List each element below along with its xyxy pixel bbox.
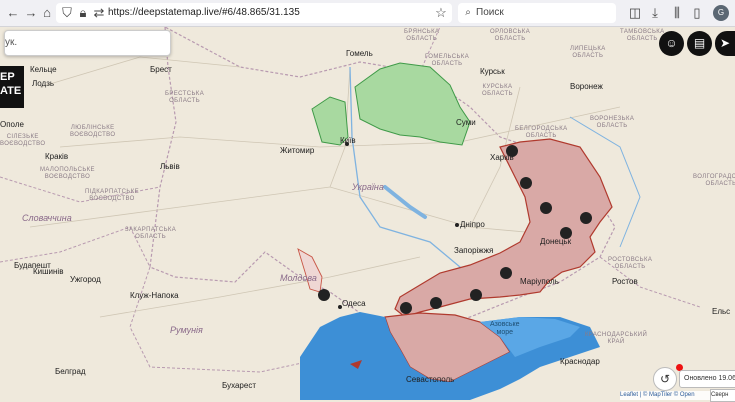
deepstate-logo[interactable]: EP ATE <box>0 66 24 108</box>
permissions-icon[interactable]: ⇄ <box>90 4 108 22</box>
collapse-button[interactable]: Сверн <box>710 389 735 402</box>
city-label[interactable]: Воронеж <box>570 82 603 91</box>
region-label: ГОМЕЛЬСЬКА ОБЛАСТЬ <box>425 54 470 67</box>
city-label[interactable]: Кишинів <box>33 267 63 276</box>
city-dot <box>338 305 342 309</box>
country-label-romania: Румунія <box>170 325 203 335</box>
city-label[interactable]: Дніпро <box>460 220 485 229</box>
history-icon[interactable]: ↺ <box>653 367 677 391</box>
updated-badge[interactable]: Оновлено 19.06 <box>679 370 735 388</box>
city-label[interactable]: Ужгород <box>70 275 101 284</box>
region-label: ЗАКАРПАТСЬКА ОБЛАСТЬ <box>125 227 177 240</box>
sea-label-azov: Азовське море <box>490 321 520 336</box>
city-label[interactable]: Курськ <box>480 67 505 76</box>
profile-avatar[interactable]: G <box>713 5 729 21</box>
region-label: ВОРОНЕЗЬКА ОБЛАСТЬ <box>590 116 635 129</box>
back-icon[interactable]: ← <box>4 4 22 22</box>
telegram-icon[interactable]: ➤ <box>715 31 735 56</box>
map-attribution[interactable]: Leaflet | © MapTiler © Open <box>620 391 714 400</box>
sidebar-icon[interactable]: ▯ <box>688 4 706 22</box>
city-dot <box>345 142 349 146</box>
search-icon: ⌕ <box>465 7 471 18</box>
unit-marker-icon[interactable] <box>520 177 532 189</box>
browser-toolbar: ← → ⌂ ⛉ 🔒︎ ⇄ https://deepstatemap.live/#… <box>0 0 735 27</box>
unit-marker-icon[interactable] <box>400 302 412 314</box>
browser-search-placeholder: Поиск <box>476 7 504 18</box>
region-label: МАЛОПОЛЬСЬКЕ ВОЄВОДСТВО <box>40 167 95 180</box>
region-label: ПІДКАРПАТСЬКЕ ВОЄВОДСТВО <box>85 189 140 202</box>
region-label: ТАМБОВСЬКА ОБЛАСТЬ <box>620 29 665 42</box>
browser-search-field[interactable]: ⌕ Поиск <box>458 3 616 23</box>
map-canvas[interactable]: БРЯНСЬКА ОБЛАСТЬ ОРЛОВСЬКА ОБЛАСТЬ ТАМБО… <box>0 27 735 400</box>
map-search-value: ук. <box>5 37 18 48</box>
news-icon[interactable]: ▤ <box>687 31 712 56</box>
city-label[interactable]: Житомир <box>280 146 314 155</box>
city-label[interactable]: Ополе <box>0 120 24 129</box>
unit-marker-icon[interactable] <box>560 227 572 239</box>
home-icon[interactable]: ⌂ <box>38 4 56 22</box>
region-label: РОСТОВСЬКА ОБЛАСТЬ <box>608 257 653 270</box>
address-bar[interactable]: ⛉ 🔒︎ ⇄ https://deepstatemap.live/#6/48.8… <box>56 3 452 23</box>
region-label: ВОЛГОГРАДСЬКА ОБЛАСТЬ <box>693 174 735 187</box>
city-label[interactable]: Гомель <box>346 49 373 58</box>
region-label: КУРСЬКА ОБЛАСТЬ <box>482 84 513 97</box>
country-label-moldova: Молдова <box>280 273 317 283</box>
region-label: БЕЛГОРОДСЬКА ОБЛАСТЬ <box>515 126 568 139</box>
city-label[interactable]: Суми <box>456 118 476 127</box>
city-label[interactable]: Брест <box>150 65 172 74</box>
region-label: БРЕСТСЬКА ОБЛАСТЬ <box>165 91 205 104</box>
city-label[interactable]: Кельце <box>30 65 57 74</box>
logo-text: EP ATE <box>0 71 22 97</box>
map-search-input[interactable]: ук. <box>4 30 171 56</box>
pocket-icon[interactable]: ◫ <box>626 4 644 22</box>
city-label[interactable]: Ростов <box>612 277 638 286</box>
country-label-slovakia: Словаччина <box>22 213 72 223</box>
city-label[interactable]: Клуж-Напока <box>130 291 179 300</box>
bookmark-star-icon[interactable]: ☆ <box>432 4 450 22</box>
city-label[interactable]: Краснодар <box>560 357 600 366</box>
city-label[interactable]: Маріуполь <box>520 277 559 286</box>
robot-icon[interactable]: ☺ <box>659 31 684 56</box>
city-label[interactable]: Одеса <box>342 299 366 308</box>
download-icon[interactable]: ⤓ <box>646 4 664 22</box>
library-icon[interactable]: ⫼ <box>668 4 686 22</box>
unit-marker-icon[interactable] <box>318 289 330 301</box>
city-label[interactable]: Краків <box>45 152 68 161</box>
region-label: ЛИПЕЦЬКА ОБЛАСТЬ <box>570 46 606 59</box>
unit-marker-icon[interactable] <box>540 202 552 214</box>
region-label: ОРЛОВСЬКА ОБЛАСТЬ <box>490 29 531 42</box>
unit-marker-icon[interactable] <box>500 267 512 279</box>
country-label-ukraine: Україна <box>352 182 384 192</box>
city-label[interactable]: Белград <box>55 367 86 376</box>
url-text: https://deepstatemap.live/#6/48.865/31.1… <box>108 7 300 18</box>
region-label: ЛЮБЛІНСЬКЕ ВОЄВОДСТВО <box>70 125 116 138</box>
region-label: БРЯНСЬКА ОБЛАСТЬ <box>404 29 440 42</box>
city-label[interactable]: Севастополь <box>406 375 454 384</box>
region-label: СІЛЕЗЬКЕ ВОЄВОДСТВО <box>0 134 46 147</box>
city-label[interactable]: Бухарест <box>222 381 256 390</box>
unit-marker-icon[interactable] <box>430 297 442 309</box>
unit-marker-icon[interactable] <box>580 212 592 224</box>
region-label: КРАСНОДАРСЬКИЙ КРАЙ <box>585 332 648 345</box>
city-label[interactable]: Ельс <box>712 307 730 316</box>
city-label[interactable]: Львів <box>160 162 180 171</box>
unit-marker-icon[interactable] <box>506 145 518 157</box>
unit-marker-icon[interactable] <box>470 289 482 301</box>
city-dot <box>455 223 459 227</box>
city-label[interactable]: Лодзь <box>32 79 54 88</box>
city-label[interactable]: Запоріжжя <box>454 246 493 255</box>
